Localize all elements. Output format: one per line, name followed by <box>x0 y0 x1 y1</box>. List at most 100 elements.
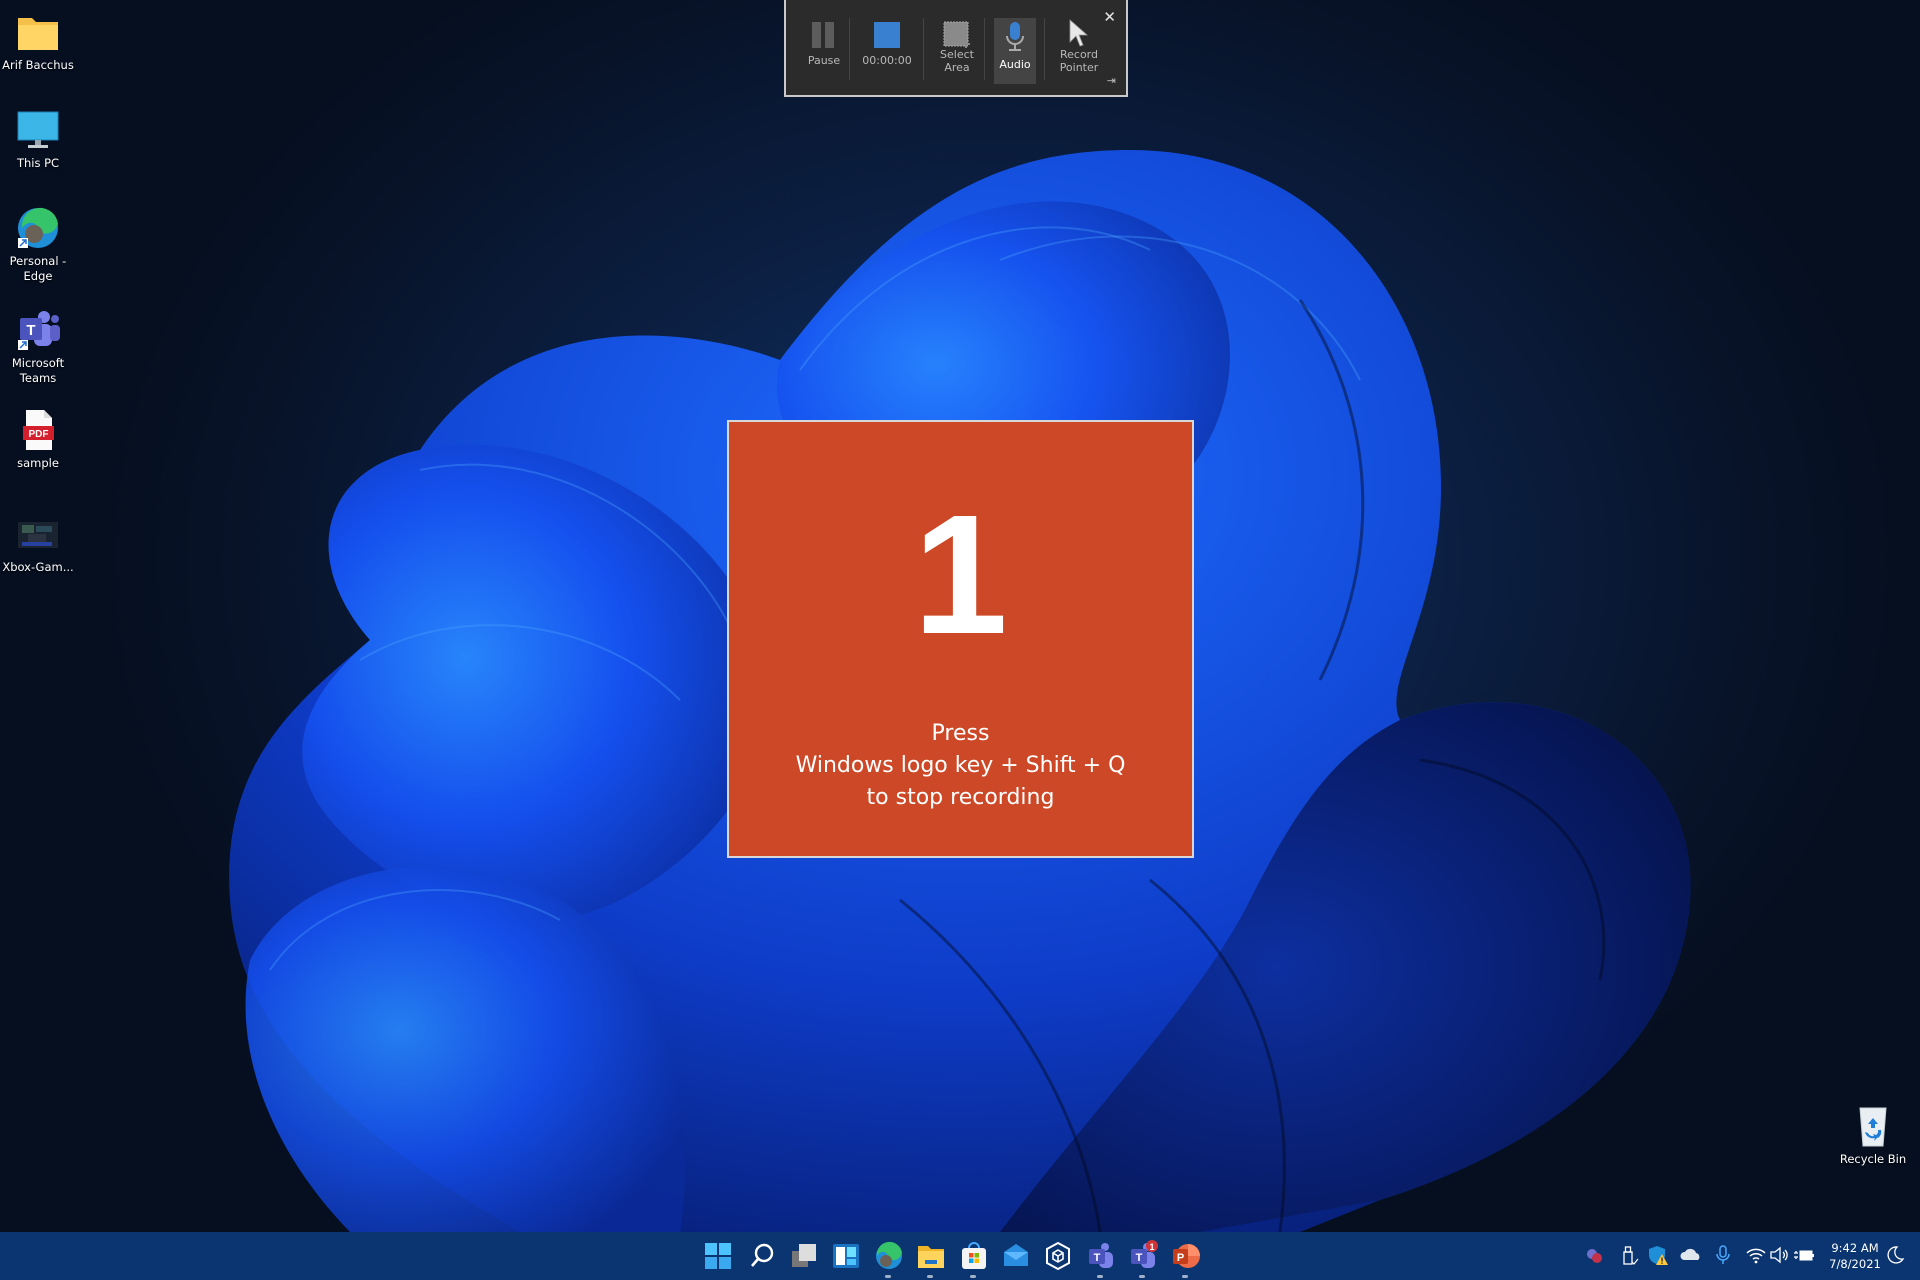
toolbar-divider <box>984 18 985 80</box>
select-area-icon <box>932 14 982 54</box>
toolbar-divider <box>849 18 850 80</box>
desktop-icon-sample-pdf[interactable]: PDF sample <box>0 408 76 471</box>
powerpoint-icon: P <box>1173 1244 1200 1268</box>
windows-security-warning-icon <box>1649 1246 1668 1265</box>
microphone-icon <box>994 18 1036 58</box>
desktop-icon-arif-bacchus[interactable]: Arif Bacchus <box>0 10 76 73</box>
desktop-icon-label: sample <box>17 456 59 470</box>
battery-tray-icon[interactable] <box>1793 1244 1815 1266</box>
store-icon <box>962 1242 986 1269</box>
countdown-number: 1 <box>913 480 1008 670</box>
taskbar-3d-viewer[interactable] <box>1042 1240 1074 1272</box>
onedrive-tray-icon[interactable] <box>1680 1244 1702 1266</box>
task-view-button[interactable] <box>788 1240 820 1272</box>
screen-recorder-toolbar: Pause 00:00:00 Select Area Audio Record … <box>784 0 1128 97</box>
onedrive-icon <box>1680 1248 1700 1260</box>
clock-date: 7/8/2021 <box>1829 1257 1881 1271</box>
focus-assist-button[interactable] <box>1884 1244 1906 1266</box>
audio-toggle-button[interactable]: Audio <box>994 18 1036 84</box>
desktop-icon-label: This PC <box>16 156 60 170</box>
desktop-icon-microsoft-teams[interactable]: T Microsoft Teams <box>0 308 76 386</box>
taskbar-teams[interactable]: T <box>1085 1240 1117 1278</box>
moon-icon <box>1887 1246 1905 1264</box>
folder-icon <box>918 1246 944 1268</box>
monitor-icon <box>14 108 62 152</box>
running-indicator <box>970 1275 976 1278</box>
svg-text:T: T <box>1136 1252 1143 1264</box>
safely-remove-hardware-tray-icon[interactable] <box>1618 1244 1640 1266</box>
volume-tray-icon[interactable] <box>1768 1244 1790 1266</box>
svg-text:T: T <box>26 322 35 339</box>
taskbar: T T1 P 9:42 AM 7/8/2021 <box>0 1232 1920 1280</box>
teams-chat-tray-icon[interactable] <box>1583 1244 1605 1266</box>
taskbar-teams-work[interactable]: T1 <box>1127 1240 1159 1278</box>
windows-security-tray-icon[interactable] <box>1647 1244 1669 1266</box>
teams-chat-icon <box>1587 1249 1602 1263</box>
close-icon[interactable]: ✕ <box>1103 8 1116 26</box>
running-indicator <box>1139 1275 1145 1278</box>
countdown-instructions: Press Windows logo key + Shift + Q to st… <box>729 718 1192 814</box>
microphone-in-use-tray-icon[interactable] <box>1712 1244 1734 1266</box>
taskbar-clock[interactable]: 9:42 AM 7/8/2021 <box>1828 1240 1882 1272</box>
record-pointer-button[interactable]: Record Pointer <box>1052 14 1106 82</box>
clock-time: 9:42 AM <box>1831 1241 1879 1255</box>
taskbar-microsoft-store[interactable] <box>958 1240 990 1278</box>
folder-icon <box>14 10 62 54</box>
taskbar-edge[interactable] <box>873 1240 905 1278</box>
recording-timer: 00:00:00 <box>862 54 912 67</box>
desktop-icon-this-pc[interactable]: This PC <box>0 108 76 171</box>
audio-label: Audio <box>999 58 1031 71</box>
usb-eject-icon <box>1623 1246 1639 1265</box>
toolbar-divider <box>923 18 924 80</box>
pause-button[interactable]: Pause <box>798 14 850 82</box>
widgets-icon <box>833 1244 859 1268</box>
edge-icon <box>876 1241 902 1269</box>
select-area-button[interactable]: Select Area <box>932 14 982 82</box>
network-tray-icon[interactable] <box>1745 1244 1767 1266</box>
taskbar-mail[interactable] <box>1000 1240 1032 1272</box>
desktop-icon-xbox-game[interactable]: Xbox-Gam... <box>0 512 76 575</box>
cube-icon <box>1046 1241 1070 1271</box>
svg-text:P: P <box>1177 1252 1184 1264</box>
taskbar-powerpoint[interactable]: P <box>1170 1240 1202 1278</box>
windows-start-icon <box>705 1243 731 1269</box>
edge-icon <box>14 206 62 250</box>
taskbar-file-explorer[interactable] <box>915 1240 947 1278</box>
search-button[interactable] <box>746 1240 778 1272</box>
desktop-icon-label: Recycle Bin <box>1839 1152 1907 1166</box>
desktop-icon-recycle-bin[interactable]: Recycle Bin <box>1832 1104 1914 1167</box>
toolbar-divider <box>1044 18 1045 80</box>
teams-icon: T1 <box>1131 1240 1158 1268</box>
battery-charging-icon <box>1794 1250 1814 1261</box>
wifi-icon <box>1746 1248 1766 1264</box>
running-indicator <box>1097 1275 1103 1278</box>
desktop-icon-personal-edge[interactable]: Personal - Edge <box>0 206 76 284</box>
running-indicator <box>885 1275 891 1278</box>
running-indicator <box>1182 1275 1188 1278</box>
task-view-icon <box>792 1244 816 1267</box>
svg-text:T: T <box>1094 1252 1101 1264</box>
teams-icon: T <box>14 308 62 352</box>
pdf-icon: PDF <box>14 408 62 452</box>
instruction-line-1: Press <box>931 721 990 746</box>
mail-icon <box>1004 1244 1028 1266</box>
running-indicator <box>927 1275 933 1278</box>
microphone-icon <box>1716 1245 1730 1264</box>
svg-text:PDF: PDF <box>29 429 49 440</box>
xbox-game-thumbnail-icon <box>14 512 62 556</box>
widgets-button[interactable] <box>830 1240 862 1272</box>
desktop-icon-label: Personal - Edge <box>9 254 67 283</box>
stop-recording-button[interactable]: 00:00:00 <box>854 14 920 82</box>
volume-icon <box>1770 1246 1788 1264</box>
pin-icon[interactable]: ⇥ <box>1107 74 1116 87</box>
instruction-line-2: Windows logo key + Shift + Q <box>795 753 1126 778</box>
recycle-bin-icon <box>1849 1104 1897 1148</box>
record-pointer-label-2: Pointer <box>1059 61 1099 74</box>
teams-icon: T <box>1089 1243 1113 1268</box>
pause-label: Pause <box>807 54 841 67</box>
desktop-icon-label: Arif Bacchus <box>2 58 74 72</box>
instruction-line-3: to stop recording <box>866 785 1055 810</box>
start-button[interactable] <box>702 1240 734 1272</box>
mouse-pointer-icon <box>1052 14 1106 54</box>
recording-countdown-dialog: 1 Press Windows logo key + Shift + Q to … <box>727 420 1194 858</box>
